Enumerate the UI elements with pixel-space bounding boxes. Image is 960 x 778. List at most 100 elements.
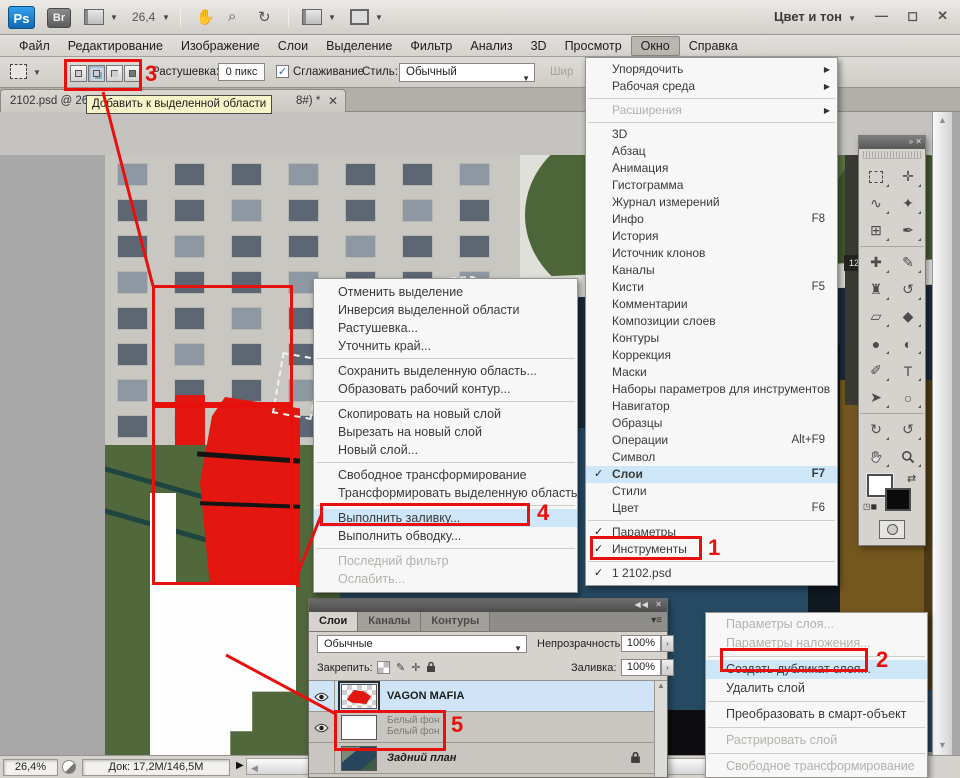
crop-tool[interactable]: ⊞ (860, 217, 892, 244)
tab-close-icon[interactable]: ✕ (328, 94, 338, 108)
window-menu-item-20[interactable]: Наборы параметров для инструментов (586, 381, 837, 398)
minimize-button[interactable]: — (875, 8, 888, 23)
selection-menu-item-5[interactable]: Сохранить выделенную область... (314, 362, 577, 380)
brush-tool[interactable]: ✎ (892, 249, 924, 276)
scroll-down-icon[interactable]: ▼ (938, 740, 947, 750)
panel-grip[interactable] (863, 151, 921, 159)
selection-menu-item-2[interactable]: Растушевка... (314, 319, 577, 337)
eyedropper-tool[interactable]: ✒ (892, 217, 924, 244)
menubar-item-9[interactable]: Окно (630, 35, 680, 56)
window-menu-item-13[interactable]: Каналы (586, 262, 837, 279)
screen-mode-icon[interactable] (350, 9, 369, 25)
selection-menu-item-1[interactable]: Инверсия выделенной области (314, 301, 577, 319)
window-menu-item-27[interactable]: Цвет F6 (586, 500, 837, 517)
window-menu-item-16[interactable]: Композиции слоев (586, 313, 837, 330)
selection-menu-item-12[interactable]: Свободное трансформирование (314, 466, 577, 484)
layer-thumbnail[interactable] (338, 681, 380, 712)
layers-tab-1[interactable]: Каналы (358, 612, 422, 631)
close-button[interactable]: ✕ (937, 8, 948, 24)
magic-wand-tool[interactable]: ✦ (892, 190, 924, 217)
window-menu-item-8[interactable]: Гистограмма (586, 177, 837, 194)
selection-menu-item-9[interactable]: Вырезать на новый слой (314, 423, 577, 441)
path-select-tool[interactable]: ➤ (860, 384, 892, 411)
window-menu-item-1[interactable]: Рабочая среда ▶ (586, 78, 837, 95)
window-menu-item-9[interactable]: Журнал измерений (586, 194, 837, 211)
arrange-documents-icon[interactable] (302, 9, 322, 25)
zoom-tool[interactable] (892, 443, 924, 470)
chevron-down-icon[interactable]: ▼ (328, 13, 336, 22)
window-menu-item-21[interactable]: Навигатор (586, 398, 837, 415)
window-menu-item-25[interactable]: ✓ Слои F7 (586, 466, 837, 483)
layer-visibility-eye-icon[interactable] (309, 712, 335, 743)
menubar-item-7[interactable]: 3D (522, 37, 556, 55)
maximize-button[interactable]: ◻ (907, 8, 918, 24)
chevron-down-icon[interactable]: ▼ (110, 13, 118, 22)
antialias-checkbox[interactable]: ✓ (276, 65, 289, 78)
selection-menu-item-3[interactable]: Уточнить край... (314, 337, 577, 355)
window-menu-item-17[interactable]: Контуры (586, 330, 837, 347)
window-menu-item-24[interactable]: Символ (586, 449, 837, 466)
status-flyout-icon[interactable] (62, 760, 76, 774)
rotate-3d-tool[interactable]: ↻ (860, 416, 892, 443)
orbit-3d-tool[interactable]: ↺ (892, 416, 924, 443)
window-menu-item-12[interactable]: Источник клонов (586, 245, 837, 262)
selection-menu-item-18[interactable]: Последний фильтр (314, 552, 577, 570)
window-menu-item-19[interactable]: Маски (586, 364, 837, 381)
fill-spinner-icon[interactable]: › (661, 659, 674, 676)
layer-menu-item-6[interactable]: Преобразовать в смарт-объект (706, 705, 927, 724)
lock-paint-icon[interactable]: ✎ (396, 661, 405, 676)
menubar-item-10[interactable]: Справка (680, 37, 747, 55)
selection-menu-item-6[interactable]: Образовать рабочий контур... (314, 380, 577, 398)
layer-menu-item-10[interactable]: Свободное трансформирование (706, 757, 927, 776)
selection-menu-item-19[interactable]: Ослабить... (314, 570, 577, 588)
window-menu-item-32[interactable]: ✓ 1 2102.psd (586, 565, 837, 582)
window-menu-item-7[interactable]: Анимация (586, 160, 837, 177)
dodge-tool[interactable]: ◐ (892, 330, 924, 357)
layers-tab-0[interactable]: Слои (309, 612, 359, 631)
menubar-item-1[interactable]: Редактирование (59, 37, 172, 55)
workspace-switcher[interactable]: Цвет и тон (774, 9, 842, 24)
zoom-level-value[interactable]: 26,4 (132, 10, 155, 24)
panel-collapse-icon[interactable]: » ✕ (859, 136, 925, 149)
window-menu-item-6[interactable]: Абзац (586, 143, 837, 160)
selection-menu-item-10[interactable]: Новый слой... (314, 441, 577, 459)
menubar-item-0[interactable]: Файл (10, 37, 59, 55)
selection-menu-item-8[interactable]: Скопировать на новый слой (314, 405, 577, 423)
chevron-down-icon[interactable]: ▼ (848, 14, 856, 23)
paint-bucket-tool[interactable]: ◆ (892, 303, 924, 330)
status-zoom-field[interactable]: 26,4% (3, 759, 58, 776)
window-menu-item-26[interactable]: Стили (586, 483, 837, 500)
menubar-item-8[interactable]: Просмотр (556, 37, 631, 55)
fill-value[interactable]: 100% (621, 659, 661, 676)
menubar-item-6[interactable]: Анализ (461, 37, 521, 55)
lock-transparency-icon[interactable] (377, 661, 390, 674)
bridge-button[interactable]: Br (47, 8, 71, 28)
scroll-up-icon[interactable]: ▲ (938, 115, 947, 125)
layers-scrollbar[interactable]: ▲ (654, 681, 667, 777)
menubar-item-3[interactable]: Слои (269, 37, 317, 55)
style-dropdown[interactable]: Обычный ▼ (399, 63, 535, 83)
view-extras-icon[interactable] (84, 9, 104, 25)
blend-mode-dropdown[interactable]: Обычные ▼ (317, 635, 527, 653)
lock-all-icon[interactable] (426, 661, 436, 676)
move-tool[interactable]: ✛ (892, 163, 924, 190)
feather-input[interactable]: 0 пикс (218, 63, 265, 81)
chevron-down-icon[interactable]: ▼ (375, 13, 383, 22)
vertical-scrollbar[interactable]: ▲ ▼ (932, 112, 952, 757)
clone-stamp-tool[interactable]: ♜ (860, 276, 892, 303)
menubar-item-5[interactable]: Фильтр (401, 37, 461, 55)
quick-mask-button[interactable] (879, 520, 905, 539)
healing-brush-tool[interactable]: ✚ (860, 249, 892, 276)
opacity-value[interactable]: 100% (621, 635, 661, 652)
window-menu-item-10[interactable]: Инфо F8 (586, 211, 837, 228)
selection-menu-item-16[interactable]: Выполнить обводку... (314, 527, 577, 545)
lasso-tool[interactable]: ∿ (860, 190, 892, 217)
swap-colors-icon[interactable]: ⇄ (907, 472, 916, 485)
layer-name[interactable]: Задний план (387, 752, 456, 764)
type-tool[interactable]: T (892, 357, 924, 384)
hand-tool-icon[interactable]: ✋ (196, 8, 215, 26)
rect-marquee-tool[interactable] (860, 163, 892, 190)
pen-tool[interactable]: ✐ (860, 357, 892, 384)
window-menu-item-5[interactable]: 3D (586, 126, 837, 143)
status-arrow-icon[interactable]: ▶ (236, 760, 244, 771)
